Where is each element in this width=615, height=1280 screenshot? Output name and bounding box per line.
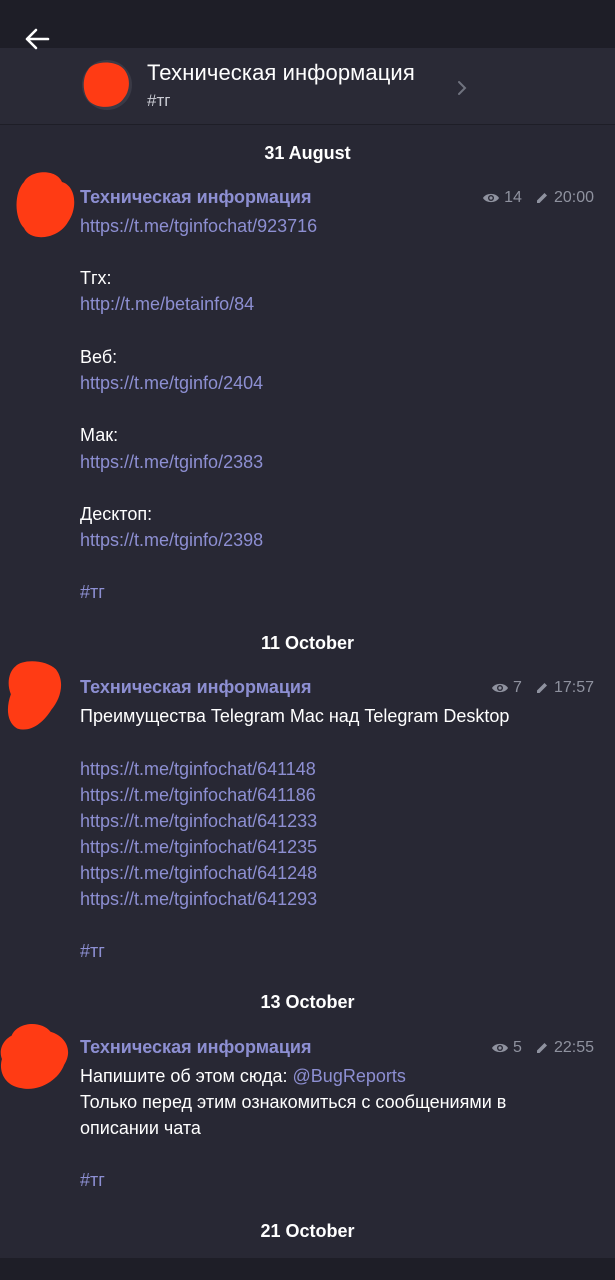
message-text: Десктоп: bbox=[80, 504, 153, 524]
message-avatar-redacted bbox=[0, 1024, 69, 1089]
date-separator: 21 October bbox=[260, 1221, 355, 1241]
message-avatar-redacted bbox=[7, 661, 62, 730]
eye-icon bbox=[492, 683, 509, 693]
chevron-right-icon[interactable] bbox=[455, 78, 469, 98]
message-link[interactable]: https://t.me/tginfochat/641233 bbox=[80, 808, 317, 834]
message-time: 22:55 bbox=[553, 1039, 594, 1056]
message-time: 17:57 bbox=[553, 679, 594, 696]
message-link[interactable]: https://t.me/tginfochat/641186 bbox=[80, 782, 316, 808]
view-count: 14 bbox=[504, 189, 522, 206]
eye-icon bbox=[492, 1043, 509, 1053]
message-text: Напишите об этом сюда: bbox=[80, 1066, 293, 1086]
view-count: 5 bbox=[513, 1039, 522, 1056]
message-meta: 7 17:57 bbox=[491, 679, 594, 697]
pencil-icon bbox=[536, 683, 547, 693]
message-link[interactable]: https://t.me/tginfochat/641293 bbox=[80, 886, 317, 912]
view-count: 7 bbox=[513, 679, 522, 696]
message-hashtag[interactable]: #тг bbox=[80, 1167, 105, 1193]
channel-avatar-redacted[interactable] bbox=[80, 58, 132, 110]
message-text: Тгх: bbox=[80, 268, 112, 288]
date-separator: 31 August bbox=[264, 143, 351, 163]
message-author[interactable]: Техническая информация bbox=[80, 677, 312, 698]
pencil-icon bbox=[536, 193, 547, 203]
eye-icon bbox=[483, 193, 500, 203]
message-time: 20:00 bbox=[553, 189, 594, 206]
message-author[interactable]: Техническая информация bbox=[80, 1037, 312, 1058]
message-text-line: Напишите об этом сюда: @BugReports bbox=[80, 1063, 406, 1089]
message-meta: 14 20:00 bbox=[482, 189, 594, 207]
mention-link[interactable]: @BugReports bbox=[293, 1066, 406, 1086]
message-text: Веб: bbox=[80, 347, 118, 367]
date-separator: 11 October bbox=[260, 633, 355, 653]
pencil-icon bbox=[536, 1043, 547, 1053]
message-link[interactable]: https://t.me/tginfo/2404 bbox=[80, 370, 263, 396]
navigation-bar bbox=[0, 1258, 615, 1280]
message-hashtag[interactable]: #тг bbox=[80, 579, 105, 605]
chat-title[interactable]: Техническая информация bbox=[147, 60, 415, 86]
message-text: Мак: bbox=[80, 425, 119, 445]
back-arrow-icon[interactable] bbox=[22, 24, 52, 54]
message-link[interactable]: https://t.me/tginfo/2398 bbox=[80, 527, 263, 553]
chat-subtitle: #тг bbox=[147, 91, 171, 110]
message-text: описании чата bbox=[80, 1118, 201, 1138]
message-author[interactable]: Техническая информация bbox=[80, 187, 312, 208]
message-text: Только перед этим ознакомиться с сообщен… bbox=[80, 1092, 507, 1112]
message-meta: 5 22:55 bbox=[491, 1039, 594, 1057]
message-hashtag[interactable]: #тг bbox=[80, 938, 105, 964]
message-link[interactable]: https://t.me/tginfochat/641148 bbox=[80, 756, 316, 782]
message-link[interactable]: http://t.me/betainfo/84 bbox=[80, 291, 254, 317]
message-text: Преимущества Telegram Mac над Telegram D… bbox=[80, 706, 510, 726]
date-separator: 13 October bbox=[260, 992, 355, 1012]
message-link[interactable]: https://t.me/tginfochat/923716 bbox=[80, 213, 317, 239]
message-link[interactable]: https://t.me/tginfo/2383 bbox=[80, 449, 263, 475]
status-bar bbox=[0, 0, 615, 48]
message-link[interactable]: https://t.me/tginfochat/641235 bbox=[80, 834, 317, 860]
message-avatar-redacted bbox=[16, 172, 75, 238]
message-link[interactable]: https://t.me/tginfochat/641248 bbox=[80, 860, 317, 886]
